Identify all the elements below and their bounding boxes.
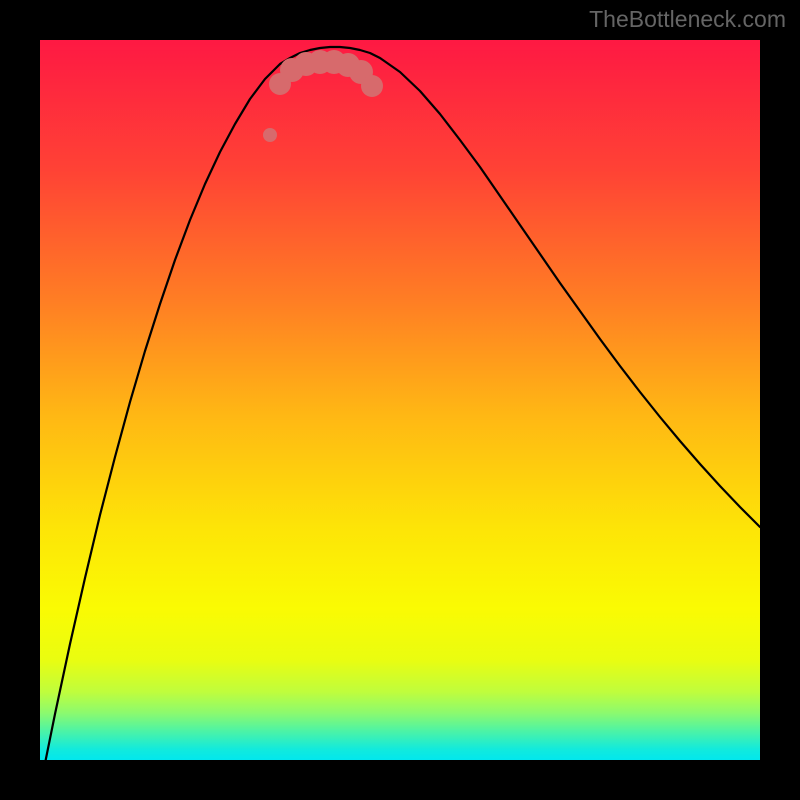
sweet-spot-dot (263, 128, 277, 142)
sweet-spot-dot (361, 75, 383, 97)
curve-layer (40, 40, 760, 760)
watermark-text: TheBottleneck.com (589, 6, 786, 33)
bottleneck-curve (40, 47, 760, 760)
chart-frame: TheBottleneck.com (0, 0, 800, 800)
plot-area (40, 40, 760, 760)
